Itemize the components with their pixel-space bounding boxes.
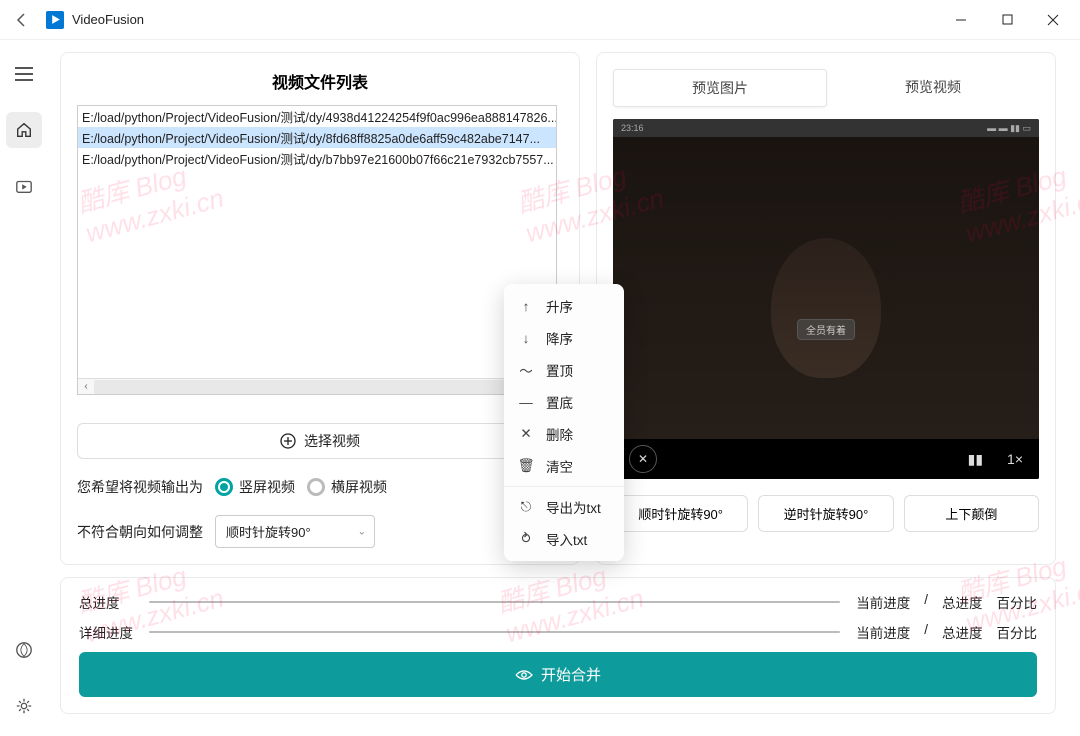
rotate-ccw-button[interactable]: 逆时针旋转90° — [758, 495, 893, 532]
preview-badge: 全员有着 — [797, 319, 855, 340]
file-list-title: 视频文件列表 — [77, 69, 563, 93]
sidebar — [0, 40, 48, 736]
sidebar-menu-icon[interactable] — [6, 56, 42, 92]
app-title: VideoFusion — [72, 12, 144, 27]
file-row[interactable]: E:/load/python/Project/VideoFusion/测试/dy… — [78, 106, 556, 127]
output-prompt-label: 您希望将视频输出为 — [77, 477, 203, 497]
sidebar-help-icon[interactable] — [6, 632, 42, 668]
back-button[interactable] — [4, 2, 40, 38]
arrow-up-icon: ↑ — [518, 299, 534, 314]
progress-panel: 总进度 当前进度 / 总进度 百分比 详细进度 当前进度 / 总进度 百分比 — [60, 577, 1056, 714]
minus-icon: — — [518, 395, 534, 410]
plus-circle-icon — [280, 433, 296, 449]
ctx-delete[interactable]: ✕删除 — [504, 418, 624, 450]
eye-icon — [515, 669, 533, 681]
ctx-sort-asc[interactable]: ↑升序 — [504, 290, 624, 322]
chevron-down-icon: ⌄ — [358, 526, 366, 537]
col-total: 总进度 — [942, 592, 983, 612]
file-list-panel: 视频文件列表 E:/load/python/Project/VideoFusio… — [60, 52, 580, 565]
radio-horizontal[interactable]: 横屏视频 — [307, 477, 387, 497]
sidebar-video-icon[interactable] — [6, 168, 42, 204]
close-button[interactable] — [1030, 0, 1076, 40]
preview-close-icon[interactable]: ✕ — [629, 445, 657, 473]
ctx-move-bottom[interactable]: —置底 — [504, 386, 624, 418]
col-percent: 百分比 — [997, 592, 1038, 612]
detail-progress-bar — [149, 631, 840, 633]
ctx-import-txt[interactable]: ⥁导入txt — [504, 523, 624, 555]
scroll-track[interactable] — [94, 380, 540, 394]
total-progress-bar — [149, 601, 840, 603]
detail-progress-label: 详细进度 — [79, 622, 139, 642]
ctx-export-txt[interactable]: ⎋导出为txt — [504, 491, 624, 523]
orient-prompt-label: 不符合朝向如何调整 — [77, 522, 203, 542]
start-merge-button[interactable]: 开始合并 — [79, 652, 1037, 697]
context-menu: ↑升序 ↓降序 〜置顶 —置底 ✕删除 🗑清空 ⎋导出为txt ⥁导入txt — [504, 284, 624, 561]
app-logo-icon — [46, 11, 64, 29]
orient-select[interactable]: 顺时针旋转90° ⌄ — [215, 515, 375, 548]
arrow-down-icon: ↓ — [518, 331, 534, 346]
import-icon: ⥁ — [518, 531, 534, 547]
file-list[interactable]: E:/load/python/Project/VideoFusion/测试/dy… — [77, 105, 557, 395]
minimize-button[interactable] — [938, 0, 984, 40]
start-merge-label: 开始合并 — [541, 664, 601, 685]
trend-up-icon: 〜 — [518, 360, 534, 380]
preview-status-icons: ▬ ▬ ▮▮ ▭ — [987, 123, 1031, 134]
preview-pause-icon[interactable]: ▮▮ — [968, 451, 983, 468]
ctx-separator — [504, 486, 624, 487]
sidebar-settings-icon[interactable] — [6, 688, 42, 724]
preview-speed[interactable]: 1× — [1007, 451, 1023, 467]
maximize-button[interactable] — [984, 0, 1030, 40]
flip-vertical-button[interactable]: 上下颠倒 — [904, 495, 1039, 532]
preview-panel: 预览图片 预览视频 23:16 ▬ ▬ ▮▮ ▭ 全员有着 ✕ — [596, 52, 1056, 565]
preview-content — [613, 137, 1039, 439]
total-progress-label: 总进度 — [79, 592, 139, 612]
select-video-button[interactable]: 选择视频 — [77, 423, 563, 459]
export-icon: ⎋ — [518, 499, 534, 515]
rotate-cw-button[interactable]: 顺时针旋转90° — [613, 495, 748, 532]
ctx-clear[interactable]: 🗑清空 — [504, 450, 624, 482]
select-video-label: 选择视频 — [304, 431, 360, 451]
tab-preview-image[interactable]: 预览图片 — [613, 69, 827, 107]
scroll-left-icon[interactable]: ‹ — [78, 380, 94, 394]
preview-image: 23:16 ▬ ▬ ▮▮ ▭ 全员有着 ✕ ▮▮ 1× — [613, 119, 1039, 479]
x-icon: ✕ — [518, 426, 534, 442]
trash-icon: 🗑 — [518, 458, 534, 474]
ctx-move-top[interactable]: 〜置顶 — [504, 354, 624, 386]
file-row[interactable]: E:/load/python/Project/VideoFusion/测试/dy… — [78, 127, 556, 148]
tab-preview-video[interactable]: 预览视频 — [827, 69, 1039, 107]
titlebar: VideoFusion — [0, 0, 1080, 40]
orient-select-value: 顺时针旋转90° — [226, 525, 311, 540]
horizontal-scrollbar[interactable]: ‹ › — [78, 378, 556, 394]
ctx-sort-desc[interactable]: ↓降序 — [504, 322, 624, 354]
sidebar-home-icon[interactable] — [6, 112, 42, 148]
file-row[interactable]: E:/load/python/Project/VideoFusion/测试/dy… — [78, 148, 556, 169]
preview-time: 23:16 — [621, 123, 644, 133]
col-current: 当前进度 — [856, 592, 910, 612]
radio-vertical[interactable]: 竖屏视频 — [215, 477, 295, 497]
